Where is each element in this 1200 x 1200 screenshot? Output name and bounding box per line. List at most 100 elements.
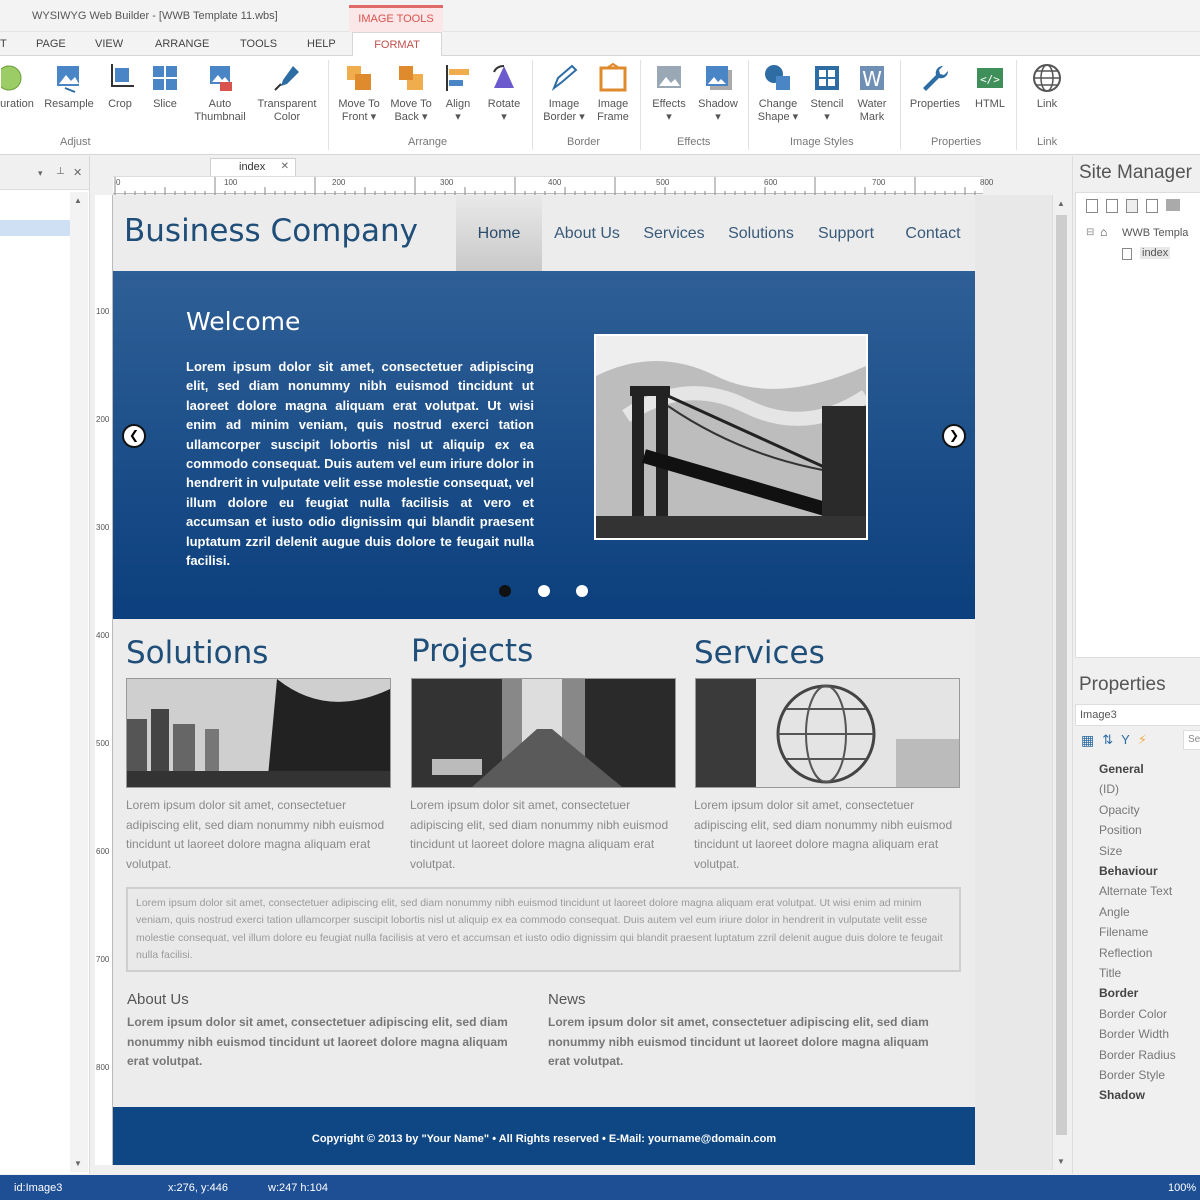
property-row[interactable]: (ID) (1099, 782, 1119, 796)
nav-home[interactable]: Home (456, 195, 542, 271)
menu-item-tools[interactable]: TOOLS (240, 38, 277, 50)
design-canvas[interactable]: Business Company Home About Us Services … (113, 195, 1053, 1170)
left-scrollbar[interactable]: ▲ ▼ (70, 192, 88, 1172)
menu-item-insert[interactable]: T (0, 38, 7, 50)
move-to-back-button[interactable]: Move To Back ▾ (386, 62, 436, 124)
solutions-image[interactable] (126, 678, 391, 788)
slider-dot[interactable] (538, 585, 550, 597)
saturation-button[interactable]: uration (0, 62, 42, 111)
property-row[interactable]: Position (1099, 823, 1142, 837)
property-row[interactable]: Border Color (1099, 1007, 1167, 1021)
info-box: Lorem ipsum dolor sit amet, consectetuer… (126, 887, 961, 972)
auto-thumbnail-button[interactable]: Auto Thumbnail (194, 62, 246, 124)
change-shape-button[interactable]: Change Shape ▾ (752, 62, 804, 124)
pin-icon[interactable]: ⊥ (56, 166, 65, 177)
property-category[interactable]: Behaviour (1099, 864, 1158, 878)
watermark-button[interactable]: W Water Mark (850, 62, 894, 124)
bridge-photo[interactable] (594, 334, 868, 540)
property-category[interactable]: Border (1099, 986, 1138, 1000)
html-icon: </> (977, 68, 1003, 88)
nav-about-us[interactable]: About Us (547, 195, 627, 271)
shadow-icon (706, 66, 732, 90)
panel-dropdown-icon[interactable]: ▾ (38, 168, 43, 179)
html-button[interactable]: </> HTML (968, 62, 1012, 111)
menu-item-view[interactable]: VIEW (95, 38, 123, 50)
preview-icon[interactable] (1146, 199, 1158, 213)
image-frame-button[interactable]: Image Frame (592, 62, 634, 124)
copy-page-icon[interactable] (1106, 199, 1118, 213)
property-category[interactable]: General (1099, 762, 1144, 776)
nav-contact[interactable]: Contact (897, 195, 969, 271)
close-icon[interactable]: ✕ (73, 166, 82, 179)
property-row[interactable]: Border Radius (1099, 1048, 1176, 1062)
properties-search[interactable]: Se (1183, 730, 1200, 750)
scroll-thumb[interactable] (1056, 215, 1067, 1135)
tree-root-item[interactable]: WWB Templa (1122, 227, 1188, 239)
slice-button[interactable]: Slice (144, 62, 186, 111)
properties-button[interactable]: Properties (904, 62, 966, 111)
tab-index[interactable]: index ✕ (210, 158, 296, 176)
property-row[interactable]: Size (1099, 844, 1122, 858)
window-title: WYSIWYG Web Builder - [WWB Template 11.w… (32, 10, 278, 22)
categorized-icon[interactable]: ▦ (1081, 732, 1094, 749)
shadow-button[interactable]: Shadow ▾ (694, 62, 742, 124)
stencil-button[interactable]: Stencil ▾ (806, 62, 848, 124)
slider-dot[interactable] (576, 585, 588, 597)
rotate-button[interactable]: Rotate ▾ (482, 62, 526, 124)
property-row[interactable]: Alternate Text (1099, 884, 1172, 898)
align-button[interactable]: Align ▾ (440, 62, 476, 124)
slider-prev-button[interactable]: ❮ (122, 424, 146, 448)
selected-tree-item[interactable] (0, 220, 70, 236)
property-row[interactable]: Opacity (1099, 803, 1140, 817)
nav-support[interactable]: Support (811, 195, 881, 271)
services-image[interactable] (695, 678, 960, 788)
scroll-up-icon[interactable]: ▲ (74, 196, 82, 205)
page-settings-icon[interactable] (1126, 199, 1138, 213)
property-row[interactable]: Filename (1099, 925, 1148, 939)
menu-item-page[interactable]: PAGE (36, 38, 66, 50)
tree-page-index[interactable]: index (1140, 247, 1171, 259)
stencil-icon (815, 66, 839, 90)
nav-solutions[interactable]: Solutions (719, 195, 803, 271)
tree-collapse-icon[interactable]: ⊟ (1086, 227, 1094, 238)
filter-icon[interactable]: Y (1121, 732, 1130, 749)
folder-icon[interactable] (1166, 199, 1180, 211)
menu-item-help[interactable]: HELP (307, 38, 336, 50)
image-border-button[interactable]: Image Border ▾ (538, 62, 590, 124)
hero-slider[interactable]: Welcome Lorem ipsum dolor sit amet, cons… (113, 271, 975, 619)
property-row[interactable]: Reflection (1099, 946, 1152, 960)
projects-image[interactable] (411, 678, 676, 788)
chevron-left-icon: ❮ (128, 428, 140, 442)
link-button[interactable]: Link (1024, 62, 1070, 111)
crop-button[interactable]: Crop (100, 62, 140, 111)
slider-next-button[interactable]: ❯ (942, 424, 966, 448)
nav-services[interactable]: Services (635, 195, 713, 271)
scroll-down-icon[interactable]: ▼ (74, 1159, 82, 1168)
scroll-up-icon[interactable]: ▲ (1057, 199, 1065, 208)
page-icon (1122, 248, 1132, 260)
thumbnail-icon (210, 66, 232, 91)
scroll-down-icon[interactable]: ▼ (1057, 1157, 1065, 1166)
menu-item-arrange[interactable]: ARRANGE (155, 38, 209, 50)
site-logo[interactable]: Business Company (124, 213, 418, 249)
status-zoom[interactable]: 100% (1168, 1182, 1196, 1194)
transparent-color-button[interactable]: Transparent Color (252, 62, 322, 124)
menu-item-format[interactable]: FORMAT (352, 32, 442, 57)
object-selector[interactable]: Image3 (1075, 704, 1200, 726)
city-skyline-image (127, 679, 390, 787)
canvas-scrollbar[interactable]: ▲ ▼ (1052, 195, 1069, 1170)
slider-dot-active[interactable] (499, 585, 511, 597)
effects-button[interactable]: Effects ▾ (646, 62, 692, 124)
property-row[interactable]: Border Width (1099, 1027, 1169, 1041)
sort-alpha-icon[interactable]: ⇅ (1102, 732, 1113, 749)
property-row[interactable]: Angle (1099, 905, 1130, 919)
tab-close-icon[interactable]: ✕ (281, 161, 289, 172)
property-row[interactable]: Title (1099, 966, 1121, 980)
property-category[interactable]: Shadow (1099, 1088, 1145, 1102)
resample-button[interactable]: Resample (42, 62, 96, 111)
move-to-front-button[interactable]: Move To Front ▾ (334, 62, 384, 124)
events-icon[interactable]: ⚡ (1138, 732, 1147, 749)
status-id: id:Image3 (14, 1182, 63, 1194)
new-page-icon[interactable] (1086, 199, 1098, 213)
property-row[interactable]: Border Style (1099, 1068, 1165, 1082)
